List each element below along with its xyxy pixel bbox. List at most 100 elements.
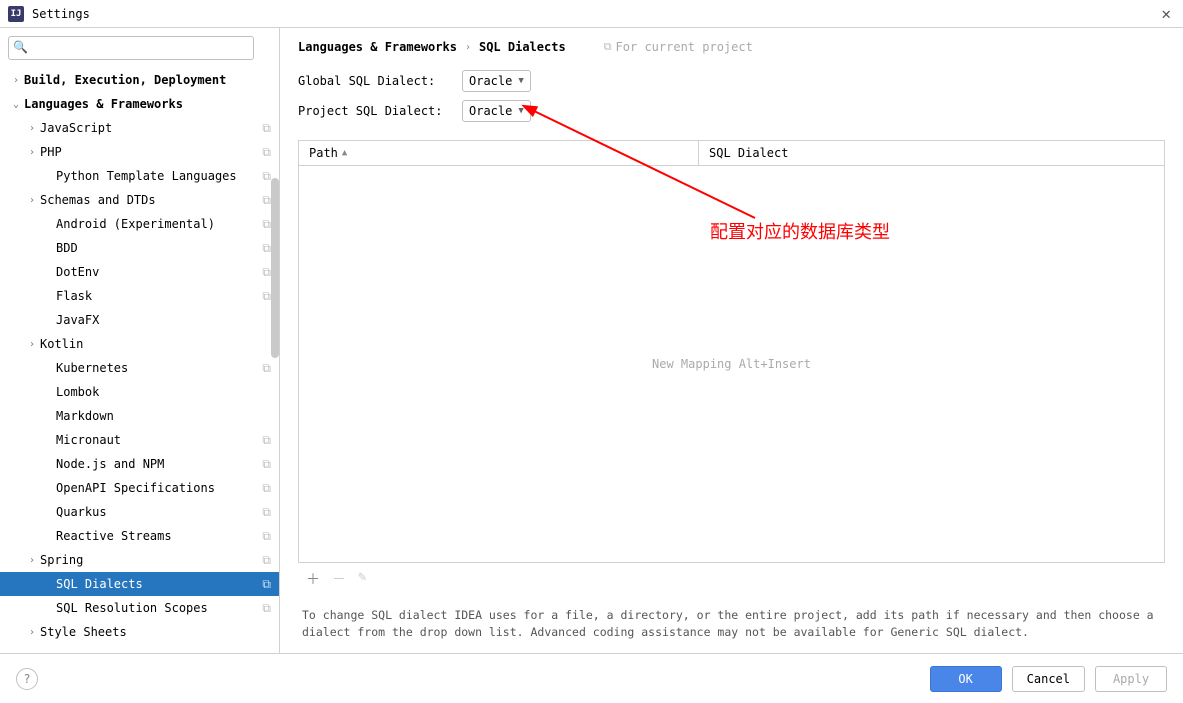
sidebar-item[interactable]: ›JavaScript⧉	[0, 116, 279, 140]
project-dialect-dropdown[interactable]: Oracle ▼	[462, 100, 531, 122]
sidebar-item[interactable]: ›Reactive Streams⧉	[0, 524, 279, 548]
breadcrumb-root: Languages & Frameworks	[298, 40, 457, 54]
copy-icon: ⧉	[262, 505, 271, 520]
chevron-right-icon: ›	[10, 75, 22, 86]
sidebar-item[interactable]: ›Markdown	[0, 404, 279, 428]
sidebar-item-label: OpenAPI Specifications	[56, 481, 262, 495]
titlebar: IJ Settings ✕	[0, 0, 1183, 28]
sidebar-item[interactable]: ›Kotlin	[0, 332, 279, 356]
remove-button[interactable]: －	[332, 569, 346, 589]
copy-icon: ⧉	[262, 433, 271, 448]
copy-icon: ⧉	[262, 145, 271, 160]
sidebar-item[interactable]: ›Schemas and DTDs⧉	[0, 188, 279, 212]
sidebar-item-label: Markdown	[56, 409, 271, 423]
table-toolbar: ＋ － ✎	[298, 563, 1165, 595]
sidebar-item-label: Languages & Frameworks	[24, 97, 271, 111]
empty-hint: New Mapping Alt+Insert	[652, 357, 811, 371]
sidebar-item-label: BDD	[56, 241, 262, 255]
sidebar-item-label: Quarkus	[56, 505, 262, 519]
sidebar-item[interactable]: ›DotEnv⧉	[0, 260, 279, 284]
apply-button[interactable]: Apply	[1095, 666, 1167, 692]
sidebar-item[interactable]: ›JavaFX	[0, 308, 279, 332]
sidebar-item[interactable]: ›Style Sheets	[0, 620, 279, 644]
sidebar-item-label: JavaScript	[40, 121, 262, 135]
copy-icon: ⧉	[262, 289, 271, 304]
project-dialect-value: Oracle	[469, 104, 512, 118]
sidebar-item[interactable]: ›Spring⧉	[0, 548, 279, 572]
sidebar-item[interactable]: ›Python Template Languages⧉	[0, 164, 279, 188]
close-icon[interactable]: ✕	[1157, 4, 1175, 23]
help-button[interactable]: ?	[16, 668, 38, 690]
chevron-right-icon: ›	[26, 123, 38, 134]
chevron-down-icon: ⌄	[10, 99, 22, 110]
copy-icon: ⧉	[262, 241, 271, 256]
project-dialect-label: Project SQL Dialect:	[298, 104, 450, 118]
copy-icon: ⧉	[262, 193, 271, 208]
settings-tree[interactable]: ›Build, Execution, Deployment⌄Languages …	[0, 68, 279, 653]
column-header-dialect[interactable]: SQL Dialect	[699, 141, 1164, 165]
global-dialect-value: Oracle	[469, 74, 512, 88]
sidebar-item[interactable]: ⌄Languages & Frameworks	[0, 92, 279, 116]
sidebar-item[interactable]: ›Kubernetes⧉	[0, 356, 279, 380]
sidebar-item-label: SQL Resolution Scopes	[56, 601, 262, 615]
copy-icon: ⧉	[604, 40, 612, 54]
chevron-right-icon: ›	[26, 195, 38, 206]
sidebar-item-label: DotEnv	[56, 265, 262, 279]
copy-icon: ⧉	[262, 553, 271, 568]
sidebar-item-label: Android (Experimental)	[56, 217, 262, 231]
sidebar-item-label: Flask	[56, 289, 262, 303]
sidebar-item-label: PHP	[40, 145, 262, 159]
sidebar-item[interactable]: ›Micronaut⧉	[0, 428, 279, 452]
sidebar-item[interactable]: ›Lombok	[0, 380, 279, 404]
ok-button[interactable]: OK	[930, 666, 1002, 692]
sidebar-item[interactable]: ›Quarkus⧉	[0, 500, 279, 524]
sort-asc-icon: ▲	[342, 148, 347, 158]
sidebar-item[interactable]: ›Node.js and NPM⧉	[0, 452, 279, 476]
copy-icon: ⧉	[262, 601, 271, 616]
copy-icon: ⧉	[262, 361, 271, 376]
sidebar-item[interactable]: ›Build, Execution, Deployment	[0, 68, 279, 92]
column-path-label: Path	[309, 146, 338, 160]
breadcrumb: Languages & Frameworks › SQL Dialects ⧉ …	[298, 40, 1165, 54]
sidebar-item[interactable]: ›SQL Dialects⧉	[0, 572, 279, 596]
sidebar-item[interactable]: ›PHP⧉	[0, 140, 279, 164]
chevron-down-icon: ▼	[518, 76, 523, 86]
copy-icon: ⧉	[262, 457, 271, 472]
sidebar-item-label: Schemas and DTDs	[40, 193, 262, 207]
sidebar-item-label: SQL Dialects	[56, 577, 262, 591]
chevron-right-icon: ›	[465, 42, 471, 53]
chevron-right-icon: ›	[26, 147, 38, 158]
sidebar-item-label: Build, Execution, Deployment	[24, 73, 271, 87]
column-header-path[interactable]: Path ▲	[299, 141, 699, 165]
sidebar-item-label: Python Template Languages	[56, 169, 262, 183]
edit-button[interactable]: ✎	[358, 569, 366, 589]
chevron-right-icon: ›	[26, 627, 38, 638]
sidebar-item-label: JavaFX	[56, 313, 271, 327]
window-title: Settings	[32, 7, 1157, 21]
sidebar-item[interactable]: ›BDD⧉	[0, 236, 279, 260]
search-input[interactable]	[8, 36, 254, 60]
sidebar-item[interactable]: ›Flask⧉	[0, 284, 279, 308]
sidebar-item-label: Reactive Streams	[56, 529, 262, 543]
global-dialect-label: Global SQL Dialect:	[298, 74, 450, 88]
cancel-button[interactable]: Cancel	[1012, 666, 1085, 692]
breadcrumb-leaf: SQL Dialects	[479, 40, 566, 54]
chevron-right-icon: ›	[26, 555, 38, 566]
copy-icon: ⧉	[262, 265, 271, 280]
table-empty-state[interactable]: New Mapping Alt+Insert	[299, 166, 1164, 562]
sidebar-item-label: Node.js and NPM	[56, 457, 262, 471]
sidebar-item[interactable]: ›SQL Resolution Scopes⧉	[0, 596, 279, 620]
main-panel: Languages & Frameworks › SQL Dialects ⧉ …	[280, 28, 1183, 653]
global-dialect-dropdown[interactable]: Oracle ▼	[462, 70, 531, 92]
copy-icon: ⧉	[262, 529, 271, 544]
sidebar-item-label: Lombok	[56, 385, 271, 399]
copy-icon: ⧉	[262, 481, 271, 496]
chevron-down-icon: ▼	[518, 106, 523, 116]
copy-icon: ⧉	[262, 121, 271, 136]
dialect-mapping-table: Path ▲ SQL Dialect New Mapping Alt+Inser…	[298, 140, 1165, 563]
add-button[interactable]: ＋	[306, 569, 320, 589]
sidebar: 🔍 ›Build, Execution, Deployment⌄Language…	[0, 28, 280, 653]
sidebar-item[interactable]: ›OpenAPI Specifications⧉	[0, 476, 279, 500]
sidebar-item[interactable]: ›Android (Experimental)⧉	[0, 212, 279, 236]
dialog-footer: ? OK Cancel Apply	[0, 653, 1183, 703]
